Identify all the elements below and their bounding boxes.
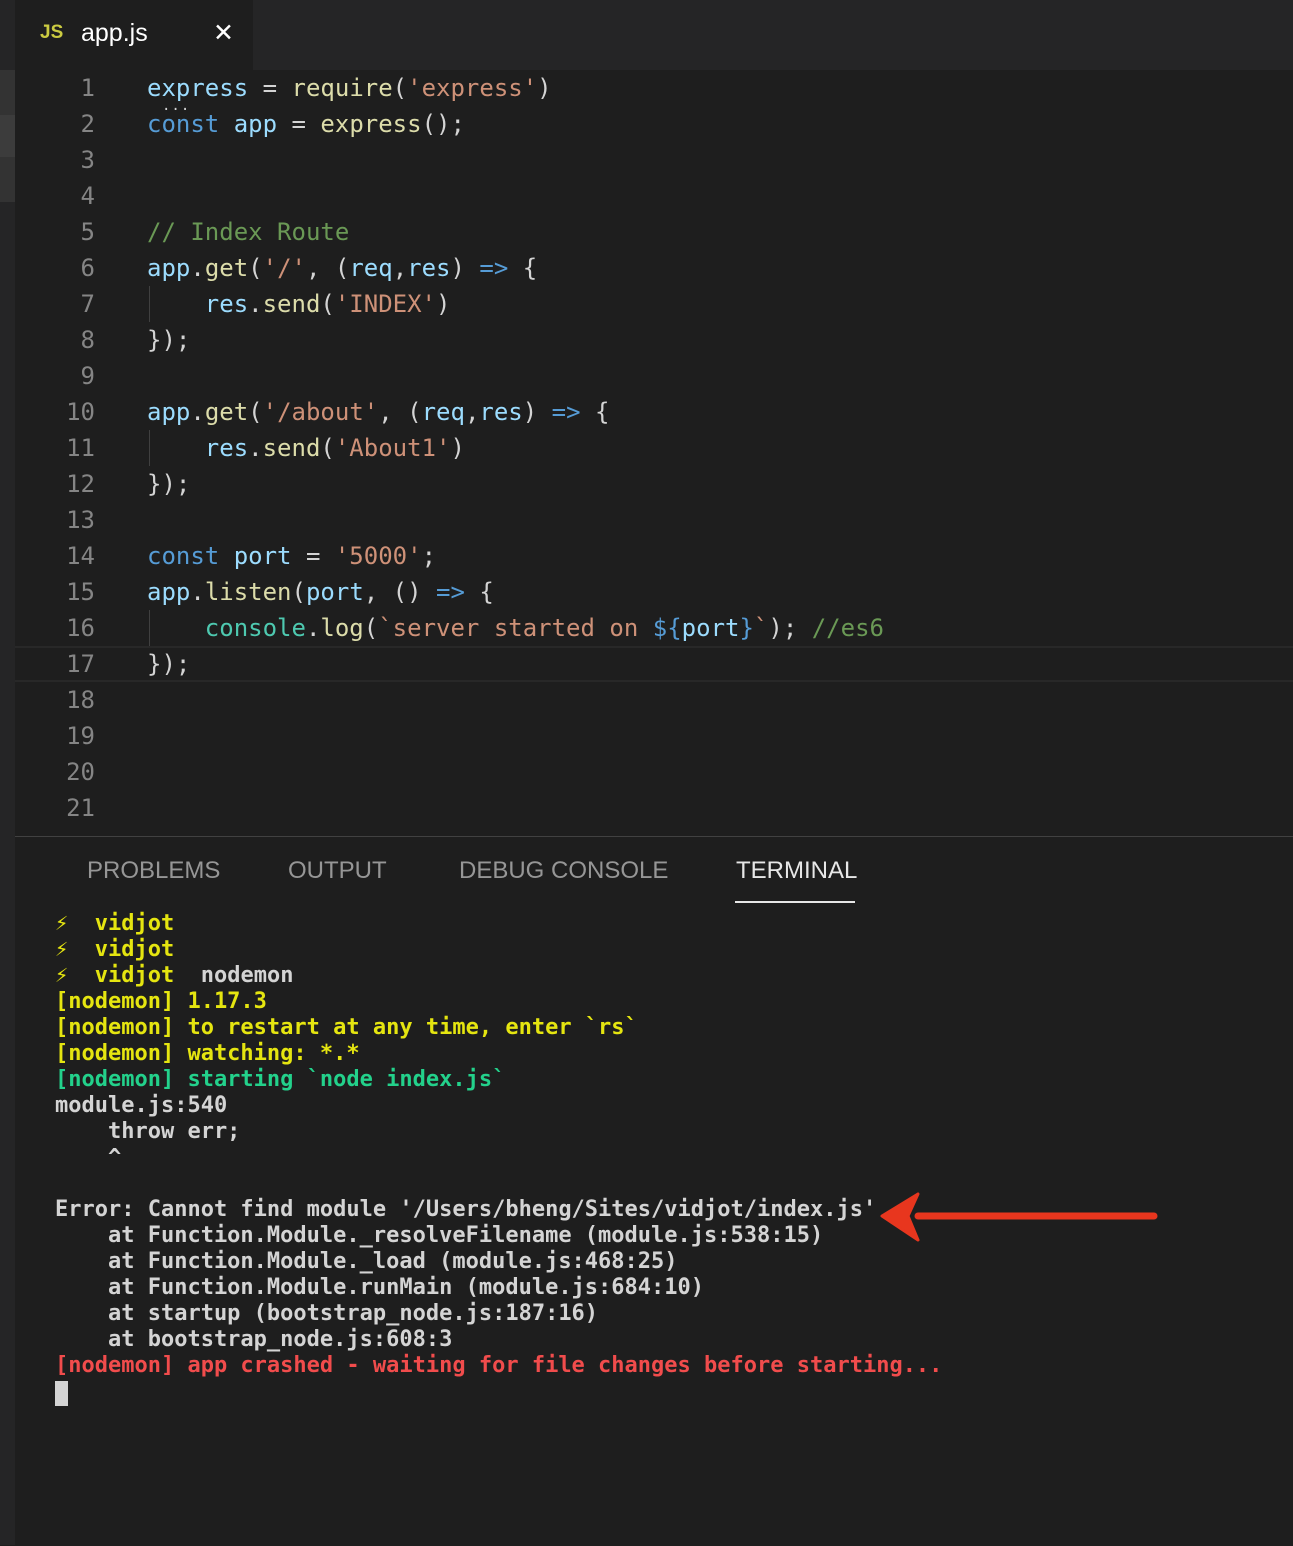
line-number: 7 [80,290,95,318]
line-number: 5 [80,218,95,246]
line-number: 3 [80,146,95,174]
terminal-line: ⚡ vidjot [55,911,175,936]
code-line: 5 // Index Route [15,214,1293,250]
code-text: console.log(`server started on ${port}`)… [204,614,884,642]
code-line: 1 express = require('express') ... [15,70,1293,114]
terminal-line: [nodemon] to restart at any time, enter … [55,1015,638,1040]
line-number: 6 [80,254,95,282]
scrollbar-mark [0,70,15,115]
line-number: 15 [66,578,95,606]
terminal-line: ⚡ vidjot nodemon [55,963,294,988]
code-text: app.listen(port, () => { [147,578,494,606]
line-number: 16 [66,614,95,642]
code-line: 11 res.send('About1') [15,430,1293,466]
terminal-output[interactable]: ⚡ vidjot ⚡ vidjot ⚡ vidjot nodemon [nodemon… [55,911,942,1379]
terminal-error-line: Error: Cannot find module '/Users/bheng/… [55,1197,877,1222]
code-line: 18 [15,682,1293,718]
terminal-line: throw err; [55,1119,241,1144]
line-number: 18 [66,686,95,714]
terminal-line: at Function.Module._load (module.js:468:… [55,1249,678,1274]
terminal-line: at Function.Module.runMain (module.js:68… [55,1275,705,1300]
arrow-head [880,1192,920,1242]
tab-problems[interactable]: PROBLEMS [87,857,220,885]
code-line: 15 app.listen(port, () => { [15,574,1293,610]
code-text: res.send('About1') [204,434,465,462]
bolt-icon: ⚡ [55,911,69,936]
js-icon: JS [40,22,64,43]
code-text: res.send('INDEX') [204,290,451,318]
terminal-line: [nodemon] 1.17.3 [55,989,267,1014]
line-number: 11 [66,434,95,462]
code-line: 6 app.get('/', (req,res) => { [15,250,1293,286]
active-tab-indicator [735,901,855,903]
line-number: 14 [66,542,95,570]
activity-strip [0,0,15,1545]
line-number: 19 [66,722,95,750]
line-number: 1 [80,74,95,102]
line-number: 17 [66,650,95,678]
code-text: express = require('express') [147,74,552,102]
code-line: 19 [15,718,1293,754]
line-number: 13 [66,506,95,534]
line-number: 12 [66,470,95,498]
editor-tab-bar: JS app.js ✕ [15,0,1293,70]
red-arrow-annotation [880,1192,1158,1242]
code-text: app.get('/', (req,res) => { [147,254,538,282]
tab-debug-console[interactable]: DEBUG CONSOLE [459,857,668,885]
code-comment: // Index Route [147,218,350,246]
code-text: const app = express(); [147,110,465,138]
terminal-line: ⚡ vidjot [55,937,175,962]
code-line: 12 }); [15,466,1293,502]
line-number: 9 [80,362,95,390]
code-line: 20 [15,754,1293,790]
code-line: 14 const port = '5000'; [15,538,1293,574]
code-line: 8 }); [15,322,1293,358]
terminal-line: at bootstrap_node.js:608:3 [55,1327,453,1352]
tab-app-js[interactable]: JS app.js ✕ [15,0,253,70]
code-line: 7 res.send('INDEX') [15,286,1293,322]
scrollbar-mark [0,115,15,157]
close-icon[interactable]: ✕ [213,18,234,47]
code-line: 16 console.log(`server started on ${port… [15,610,1293,646]
code-text: }); [147,470,191,498]
terminal-line: module.js:540 [55,1093,228,1118]
code-line: 4 [15,178,1293,214]
terminal-cursor [55,1381,68,1406]
code-line: 9 [15,358,1293,394]
bolt-icon: ⚡ [55,937,69,962]
terminal-line: [nodemon] app crashed - waiting for file… [55,1353,943,1378]
terminal-line: ^ [55,1145,122,1170]
line-number: 20 [66,758,95,786]
terminal-line: at startup (bootstrap_node.js:187:16) [55,1301,599,1326]
code-editor[interactable]: 1 express = require('express') ... 2 con… [15,70,1293,836]
code-line: 17 }); [15,646,1293,682]
code-text: const port = '5000'; [147,542,437,570]
tab-output[interactable]: OUTPUT [288,857,387,885]
terminal-line: [nodemon] starting `node index.js` [55,1067,506,1092]
line-number: 4 [80,182,95,210]
code-line: 13 [15,502,1293,538]
terminal-line: at Function.Module._resolveFilename (mod… [55,1223,824,1248]
tab-terminal[interactable]: TERMINAL [736,857,857,885]
line-number: 10 [66,398,95,426]
code-line: 21 [15,790,1293,826]
terminal-line: [nodemon] watching: *.* [55,1041,360,1066]
line-number: 8 [80,326,95,354]
bolt-icon: ⚡ [55,963,69,988]
code-text: }); [147,326,191,354]
code-line: 2 const app = express(); [15,106,1293,142]
code-text: app.get('/about', (req,res) => { [147,398,610,426]
line-number: 2 [80,110,95,138]
tab-title: app.js [81,19,148,47]
code-line: 10 app.get('/about', (req,res) => { [15,394,1293,430]
line-number: 21 [66,794,95,822]
code-line: 3 [15,142,1293,178]
scrollbar-mark [0,157,15,202]
code-text: }); [147,650,191,678]
